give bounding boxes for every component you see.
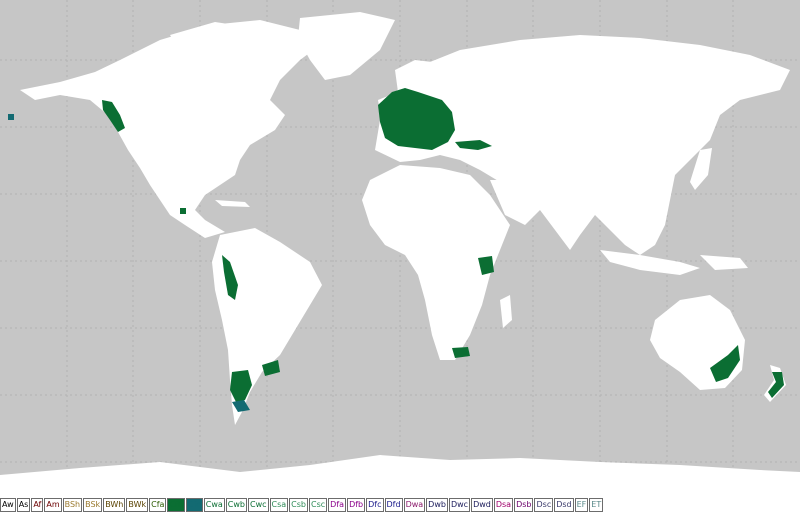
legend-item-cfb[interactable]: Cfb [167, 498, 185, 512]
legend-item-aw[interactable]: Aw [0, 498, 16, 512]
map-canvas [0, 0, 800, 498]
landmass-new-guinea [700, 255, 748, 270]
legend-item-dfc[interactable]: Dfc [366, 498, 384, 512]
legend-item-cwb[interactable]: Cwb [225, 498, 247, 512]
legend-item-dfb[interactable]: Dfb [347, 498, 366, 512]
cfb-region-south-africa [452, 347, 470, 358]
cfc-region-alaska [8, 114, 14, 120]
legend-item-bsh[interactable]: BSh [62, 498, 83, 512]
legend-item-dwb[interactable]: Dwb [426, 498, 448, 512]
legend-item-dwc[interactable]: Dwc [448, 498, 471, 512]
legend-item-ef[interactable]: EF [574, 498, 589, 512]
landmass-north-america [20, 20, 320, 238]
legend-item-dwd[interactable]: Dwd [471, 498, 493, 512]
landmass-antarctica [0, 455, 800, 498]
landmass-cuba [215, 200, 250, 207]
legend-item-cwa[interactable]: Cwa [203, 498, 225, 512]
legend-item-bwk[interactable]: BWk [126, 498, 149, 512]
legend-item-et[interactable]: ET [589, 498, 604, 512]
legend-item-csa[interactable]: Csa [269, 498, 289, 512]
legend-item-dwa[interactable]: Dwa [403, 498, 426, 512]
legend-item-dsa[interactable]: Dsa [493, 498, 514, 512]
legend-item-csc[interactable]: Csc [309, 498, 328, 512]
legend-item-dsc[interactable]: Dsc [534, 498, 554, 512]
landmass-madagascar [500, 295, 512, 328]
climate-legend: Aw As Af Am BSh BSk BWh BWk Cfa Cfb Cfc Cwa Cwb Cwc Cs… [0, 498, 800, 512]
landmass-indonesia [600, 250, 700, 275]
legend-item-as[interactable]: As [16, 498, 31, 512]
landmass-australia [650, 295, 745, 390]
legend-item-dsb[interactable]: Dsb [514, 498, 534, 512]
legend-item-cfa[interactable]: Cfa [149, 498, 167, 512]
legend-item-dfd[interactable]: Dfd [384, 498, 403, 512]
legend-item-dfa[interactable]: Dfa [328, 498, 347, 512]
landmass-greenland [298, 12, 395, 80]
legend-item-cfc[interactable]: Cfc [185, 498, 203, 512]
world-climate-map[interactable] [0, 0, 800, 498]
legend-item-dsd[interactable]: Dsd [554, 498, 574, 512]
legend-item-csb[interactable]: Csb [289, 498, 309, 512]
legend-item-am[interactable]: Am [44, 498, 62, 512]
legend-item-bwh[interactable]: BWh [103, 498, 126, 512]
cfb-region-mexico [180, 208, 186, 214]
legend-item-bsk[interactable]: BSk [83, 498, 103, 512]
legend-item-af[interactable]: Af [31, 498, 44, 512]
legend-item-cwc[interactable]: Cwc [247, 498, 269, 512]
